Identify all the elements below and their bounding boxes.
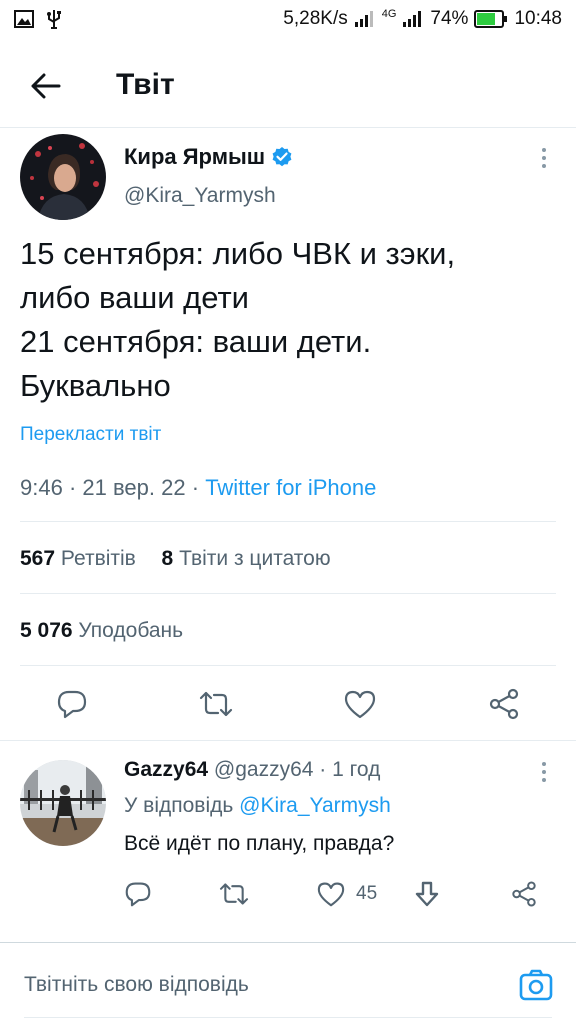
tweet-more-button[interactable] [532, 140, 556, 176]
reply-compose-bar: Твітніть свою відповідь [0, 942, 576, 1024]
meta-separator: · [68, 475, 77, 500]
tweet-text: 15 сентября: либо ЧВК и зэки, либо ваши … [20, 232, 560, 408]
author-name-text: Кира Ярмыш [124, 144, 266, 169]
retweets-stat[interactable]: 567 Ретвітів [20, 547, 136, 570]
tweet-text-line: 15 сентября: либо ЧВК и зэки, [20, 236, 456, 271]
back-button[interactable] [26, 66, 66, 106]
action-divider [0, 740, 576, 741]
meta-separator: · [319, 758, 327, 781]
clock: 10:48 [514, 8, 562, 29]
reply-downvote-button[interactable] [414, 877, 440, 911]
usb-icon [46, 9, 62, 29]
share-icon [489, 688, 519, 720]
tweet-date: 21 вер. 22 [82, 475, 186, 500]
tweet-text-line: 21 сентября: ваши дети. [20, 324, 372, 359]
header-divider [0, 127, 576, 128]
retweet-icon [199, 691, 233, 717]
tweet-text-line: либо ваши дети [20, 280, 249, 315]
share-icon [512, 881, 536, 907]
image-icon [14, 10, 34, 28]
translate-tweet-link[interactable]: Перекласти твіт [20, 424, 161, 446]
camera-icon [519, 969, 553, 1001]
engagement-stats: 567 Ретвітів 8 Твіти з цитатою [20, 547, 331, 571]
quotes-stat[interactable]: 8 Твіти з цитатою [162, 547, 331, 570]
reply-time: 1 год [332, 758, 381, 781]
app-header: Твіт [0, 44, 576, 126]
author-name[interactable]: Кира Ярмыш [124, 144, 293, 170]
reply-icon [57, 690, 87, 719]
battery-percent: 74% [430, 8, 469, 29]
reply-author-handle[interactable]: @gazzy64 [214, 758, 314, 781]
arrow-down-icon [415, 881, 439, 907]
tweet-source-link[interactable]: Twitter for iPhone [205, 475, 376, 500]
retweet-button[interactable] [196, 684, 236, 724]
battery-icon [474, 10, 508, 28]
reply-avatar[interactable] [20, 760, 106, 846]
heart-icon [344, 690, 376, 719]
reply-share-button[interactable] [510, 877, 538, 911]
tweet-meta: 9:46 · 21 вер. 22 · Twitter for iPhone [20, 475, 376, 501]
retweet-icon [219, 883, 249, 905]
retweets-count: 567 [20, 547, 56, 570]
reply-header: Gazzy64 @gazzy64 · 1 год [124, 758, 380, 782]
reply-text: Всё идёт по плану, правда? [124, 832, 395, 855]
likes-divider [20, 665, 556, 666]
reply-reply-button[interactable] [124, 877, 152, 911]
bottom-divider [24, 1017, 552, 1018]
reply-icon [125, 882, 151, 907]
reply-to-handle-link[interactable]: @Kira_Yarmysh [239, 794, 391, 817]
heart-icon [317, 882, 345, 907]
network-speed: 5,28K/s [283, 8, 348, 29]
meta-divider [20, 521, 556, 522]
reply-author-name[interactable]: Gazzy64 [124, 758, 208, 781]
tweet-text-line: Буквально [20, 368, 171, 403]
author-handle[interactable]: @Kira_Yarmysh [124, 184, 276, 208]
likes-stat[interactable]: 5 076 Уподобань [20, 619, 183, 643]
status-bar: 5,28K/s 4G 74% 10:48 [0, 0, 576, 38]
signal-4g-icon [402, 10, 424, 28]
tweet-time: 9:46 [20, 475, 63, 500]
page-title: Твіт [116, 68, 175, 101]
likes-label: Уподобань [78, 619, 184, 642]
likes-count: 5 076 [20, 619, 73, 642]
reply-compose-input[interactable]: Твітніть свою відповідь [24, 973, 249, 997]
reply-like-count: 45 [356, 883, 378, 904]
arrow-left-icon [31, 73, 61, 99]
camera-button[interactable] [518, 967, 554, 1003]
reply-more-button[interactable] [532, 754, 556, 790]
author-avatar[interactable] [20, 134, 106, 220]
retweets-label: Ретвітів [60, 547, 136, 570]
tweet-action-bar [0, 684, 576, 724]
verified-badge-icon [271, 146, 293, 168]
reply-to-label: У відповідь [124, 794, 234, 817]
reply-like-button[interactable]: 45 [316, 877, 377, 911]
like-button[interactable] [340, 684, 380, 724]
quotes-count: 8 [161, 547, 174, 570]
reply-to-line: У відповідь @Kira_Yarmysh [124, 794, 391, 818]
reply-button[interactable] [52, 684, 92, 724]
quotes-label: Твіти з цитатою [179, 547, 331, 570]
network-type: 4G [381, 8, 397, 20]
reply-action-bar: 45 [0, 877, 576, 911]
signal-icon [354, 10, 376, 28]
reply-retweet-button[interactable] [218, 877, 250, 911]
stats-divider [20, 593, 556, 594]
share-button[interactable] [484, 684, 524, 724]
meta-separator: · [191, 475, 200, 500]
